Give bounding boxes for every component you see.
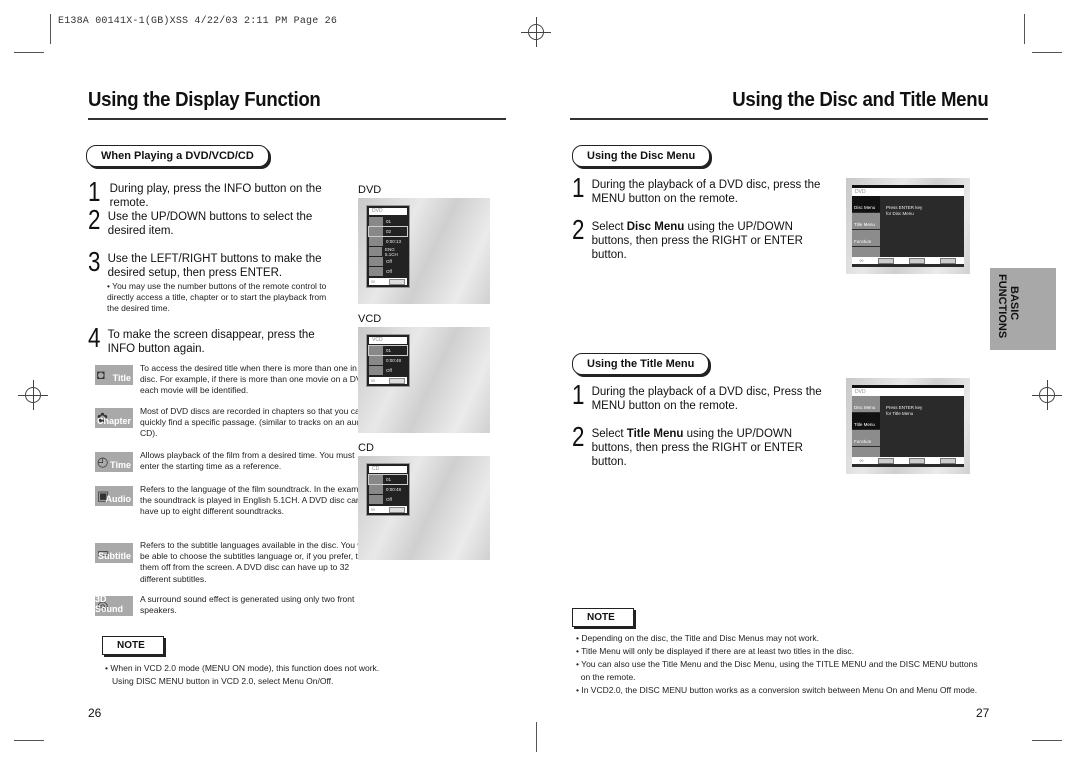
title-rule (88, 118, 506, 120)
note-line: • You can also use the Title Menu and th… (576, 659, 978, 669)
section-header-dvd-vcd-cd: When Playing a DVD/VCD/CD (86, 145, 269, 167)
step-number: 4 (88, 322, 101, 353)
title-menu-osd: DVD Disc Menu Title Menu Function Setup … (852, 385, 964, 467)
step-text: During the playback of a DVD disc, press… (591, 179, 821, 205)
dvd-screen: DVD 01 02 0:00:13 ENG 5.1CH Off Off ◊◊ (358, 198, 490, 304)
vcd-screen: VCD 01 0:00:48 Off ◊◊ (358, 327, 490, 433)
menu-item-function: Function (852, 430, 880, 446)
step-text: To make the screen disappear, press the … (107, 329, 315, 355)
page-number-right: 27 (976, 706, 990, 720)
note-line: • Depending on the disc, the Title and D… (576, 633, 819, 643)
page-title-right: Using the Disc and Title Menu (731, 89, 988, 111)
crop-mark (1032, 740, 1062, 741)
print-slug: E138A 00141X-1(GB)XSS 4/22/03 2:11 PM Pa… (58, 16, 338, 27)
cd-screen: CD 01 0:00:48 Off ◊◊ (358, 456, 490, 560)
disc-step-2: 2 Select Disc Menu using the UP/DOWN butt… (572, 216, 822, 262)
menu-item-disc-menu: Disc Menu (852, 196, 880, 212)
note-label-right: NOTE (572, 608, 634, 627)
title-menu-screen: DVD Disc Menu Title Menu Function Setup … (846, 378, 970, 474)
step-number: 1 (88, 176, 101, 207)
step-text: Use the LEFT/RIGHT buttons to make the d… (107, 253, 322, 279)
crop-mark (1032, 52, 1062, 53)
disc-menu-screen: DVD Disc Menu Title Menu Function Setup … (846, 178, 970, 274)
step-number: 3 (88, 246, 101, 277)
note-line: • Title Menu will only be displayed if t… (576, 646, 854, 656)
note-line: • In VCD2.0, the DISC MENU button works … (576, 685, 978, 695)
step-1: 1 During play, press the INFO button on t… (88, 176, 358, 210)
registration-mark-icon (521, 17, 551, 47)
crop-mark (1024, 14, 1025, 44)
screen-label-cd: CD (358, 442, 374, 454)
menu-item-function: Function (852, 230, 880, 246)
section-header-title-menu: Using the Title Menu (572, 353, 710, 375)
screen-label-dvd: DVD (358, 184, 382, 196)
step-3-note: • You may use the number buttons of the … (107, 281, 327, 313)
section-header-disc-menu: Using the Disc Menu (572, 145, 711, 167)
feature-audio-text: Refers to the language of the film sound… (140, 484, 372, 517)
title-step-1: 1 During the playback of a DVD disc, Pres… (572, 379, 822, 413)
step-4: 4 To make the screen disappear, press the… (88, 322, 338, 356)
vcd-osd: VCD 01 0:00:48 Off ◊◊ (366, 334, 410, 387)
dvd-osd: DVD 01 02 0:00:13 ENG 5.1CH Off Off ◊◊ (366, 205, 410, 288)
step-text: During the playback of a DVD disc, Press… (591, 386, 822, 412)
screen-label-vcd: VCD (358, 313, 382, 325)
note-line: Using DISC MENU button in VCD 2.0, selec… (112, 676, 334, 686)
crop-mark (14, 740, 44, 741)
title-rule (570, 118, 988, 120)
step-text: Use the UP/DOWN buttons to select the de… (107, 211, 313, 237)
disc-step-1: 1 During the playback of a DVD disc, pres… (572, 172, 821, 206)
menu-item-title-menu: Title Menu (852, 213, 880, 229)
note-label-left: NOTE (102, 636, 164, 655)
crop-mark (50, 14, 51, 44)
step-2: 2 Use the UP/DOWN buttons to select the d… (88, 204, 348, 238)
menu-item-disc-menu: Disc Menu (852, 396, 880, 412)
feature-title-text: To access the desired title when there i… (140, 363, 372, 396)
page-title-left: Using the Display Function (88, 89, 321, 111)
registration-mark-icon (1032, 380, 1062, 410)
subtitle-icon: ▭ Subtitle (95, 543, 133, 563)
feature-subtitle-text: Refers to the subtitle languages availab… (140, 540, 371, 584)
crop-mark (14, 52, 44, 53)
disc-menu-osd: DVD Disc Menu Title Menu Function Setup … (852, 185, 964, 267)
registration-mark-icon (18, 380, 48, 410)
cd-osd: CD 01 0:00:48 Off ◊◊ (366, 463, 410, 516)
title-icon: ◘ Title (95, 365, 133, 385)
step-text: Select Disc Menu using the UP/DOWN butto… (591, 221, 803, 261)
crop-mark (536, 722, 537, 752)
step-3: 3 Use the LEFT/RIGHT buttons to make the … (88, 246, 350, 280)
note-line: on the remote. (576, 672, 636, 682)
step-text: Select Title Menu using the UP/DOWN butt… (591, 428, 803, 468)
feature-time-text: Allows playback of the film from a desir… (140, 450, 355, 472)
basic-functions-tab: BASIC FUNCTIONS (990, 268, 1056, 350)
step-text: During play, press the INFO button on th… (109, 183, 322, 209)
audio-icon: ▣ Audio (95, 486, 133, 506)
step-number: 2 (88, 204, 101, 235)
time-icon: ◴ Time (95, 452, 133, 472)
feature-3d-sound-text: A surround sound effect is generated usi… (140, 594, 355, 616)
page-number-left: 26 (88, 706, 102, 720)
3d-sound-icon: ◎ 3D Sound (95, 594, 133, 616)
note-line: • When in VCD 2.0 mode (MENU ON mode), t… (105, 663, 380, 673)
chapter-icon: ✿ Chapter (95, 408, 133, 428)
feature-chapter-text: Most of DVD discs are recorded in chapte… (140, 406, 368, 439)
title-step-2: 2 Select Title Menu using the UP/DOWN but… (572, 423, 822, 469)
menu-item-title-menu: Title Menu (852, 413, 880, 429)
